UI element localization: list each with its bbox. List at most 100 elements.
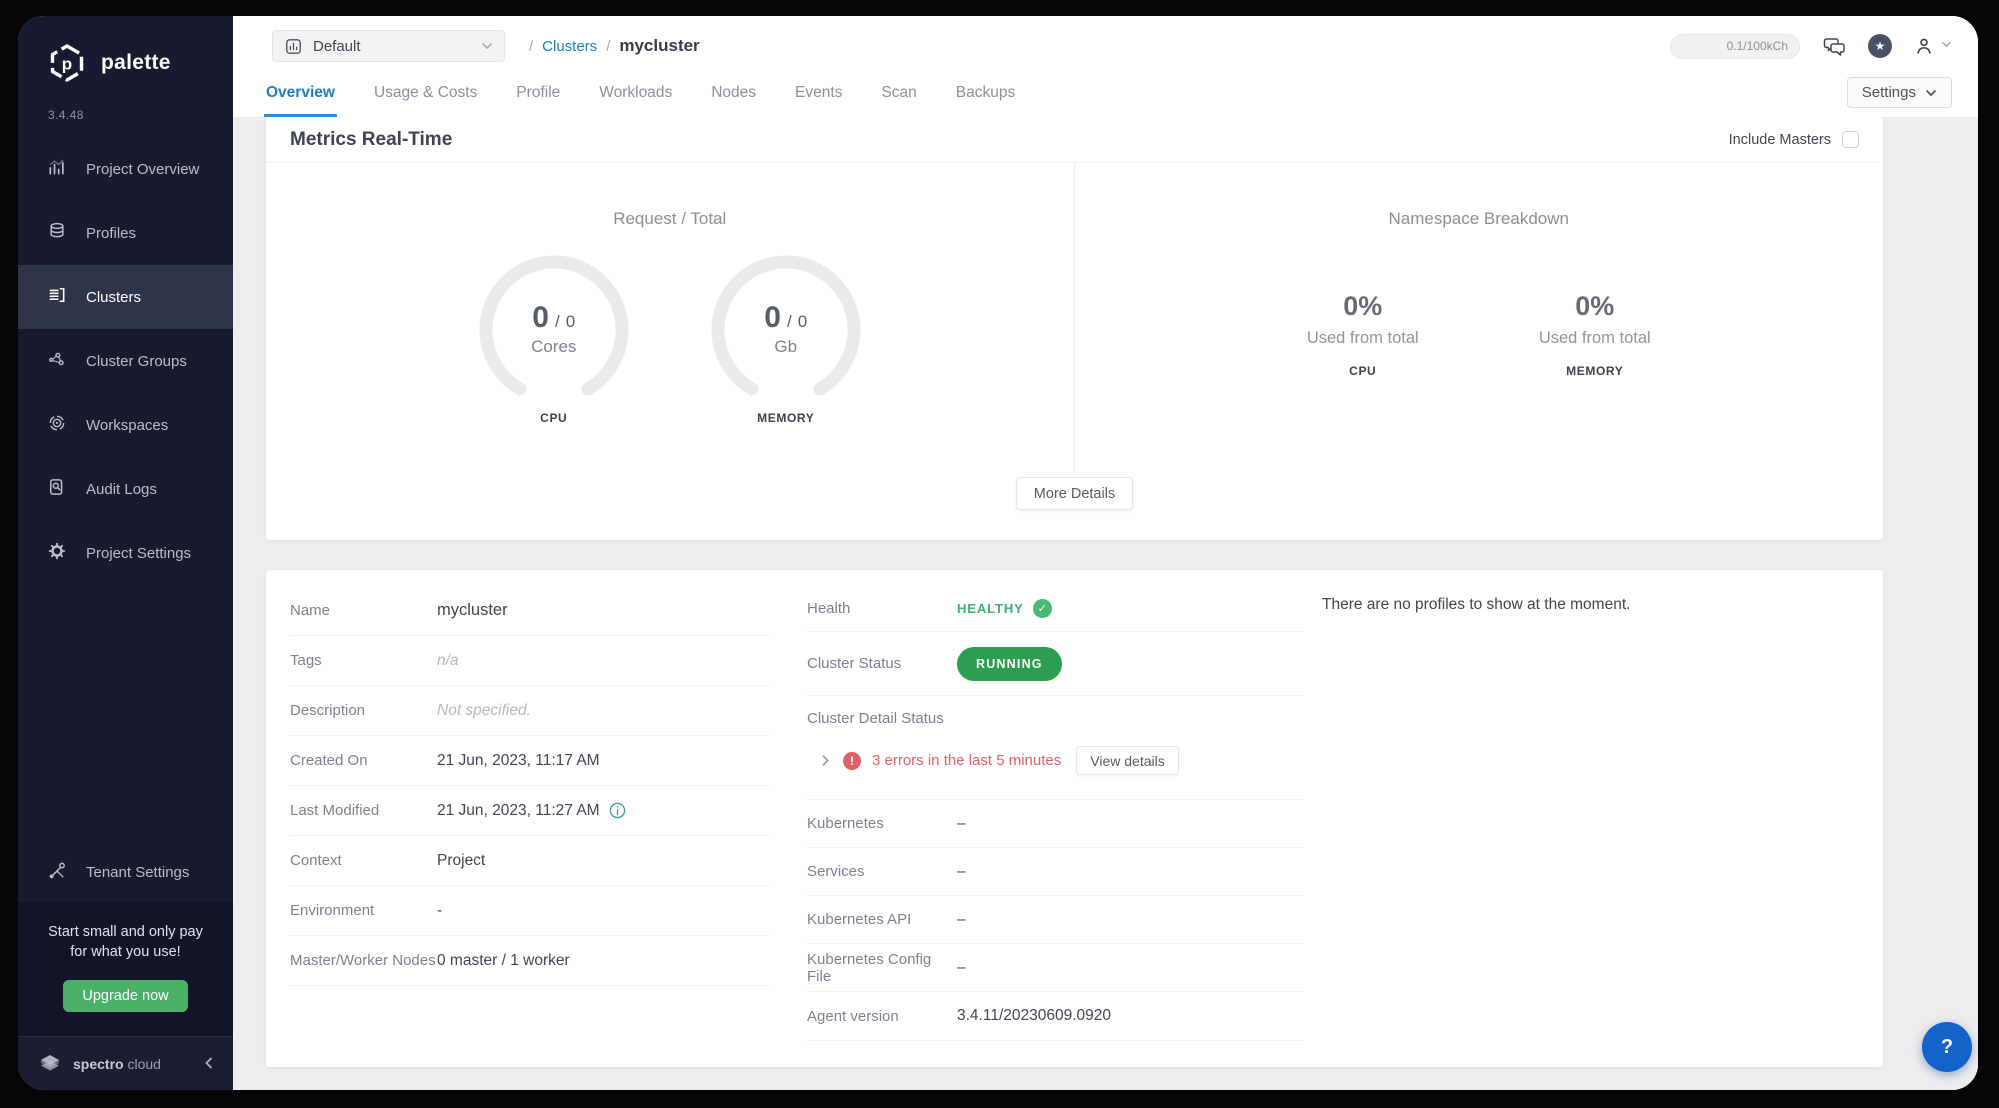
breadcrumb-current: mycluster bbox=[619, 36, 699, 56]
svg-text:p: p bbox=[62, 55, 72, 74]
table-row: Tagsn/a bbox=[290, 636, 770, 686]
help-button[interactable]: ? bbox=[1922, 1022, 1972, 1072]
metrics-card: Metrics Real-Time Include Masters Reques… bbox=[266, 117, 1883, 540]
no-profiles-message: There are no profiles to show at the mom… bbox=[1322, 596, 1863, 614]
tabs: Overview Usage & Costs Profile Workloads… bbox=[264, 84, 1017, 117]
cluster-detail-status-block: Cluster Detail Status ! 3 errors in the … bbox=[807, 696, 1303, 800]
table-row: Master/Worker Nodes0 master / 1 worker bbox=[290, 936, 770, 986]
sidebar-item-workspaces[interactable]: Workspaces bbox=[18, 393, 233, 457]
sidebar-item-label: Workspaces bbox=[86, 417, 168, 434]
info-icon[interactable] bbox=[609, 802, 626, 819]
tab-bar: Overview Usage & Costs Profile Workloads… bbox=[233, 68, 1978, 117]
clusters-list-icon bbox=[47, 285, 67, 309]
project-icon bbox=[284, 37, 303, 56]
project-selector[interactable]: Default bbox=[272, 30, 505, 62]
chevron-right-icon[interactable] bbox=[819, 754, 832, 767]
tab-workloads[interactable]: Workloads bbox=[597, 84, 674, 117]
tab-events[interactable]: Events bbox=[793, 84, 844, 117]
sidebar-nav: Project Overview Profiles Clusters Clust… bbox=[18, 137, 233, 585]
table-row: Services– bbox=[807, 848, 1303, 896]
include-masters-checkbox[interactable] bbox=[1842, 131, 1859, 148]
promo-text: Start small and only pay for what you us… bbox=[34, 922, 217, 963]
footer-brand: spectro cloud bbox=[73, 1056, 161, 1072]
sidebar-item-label: Project Overview bbox=[86, 161, 199, 178]
sidebar-item-label: Audit Logs bbox=[86, 481, 157, 498]
tab-backups[interactable]: Backups bbox=[954, 84, 1017, 117]
main-area: Default / Clusters / mycluster 0.1/100kC… bbox=[233, 16, 1978, 1090]
namespace-breakdown-panel: Namespace Breakdown 0% Used from total C… bbox=[1075, 163, 1884, 473]
metrics-body: Request / Total 0/0 Cores bbox=[266, 163, 1883, 473]
health-row: Health HEALTHY ✓ bbox=[807, 586, 1303, 632]
metrics-title: Metrics Real-Time bbox=[290, 129, 452, 151]
tab-nodes[interactable]: Nodes bbox=[709, 84, 758, 117]
sidebar-item-audit-logs[interactable]: Audit Logs bbox=[18, 457, 233, 521]
chat-icon[interactable] bbox=[1821, 34, 1847, 58]
tools-icon bbox=[47, 861, 67, 885]
more-details-row: More Details bbox=[266, 473, 1883, 540]
chevron-down-icon bbox=[1925, 87, 1937, 99]
tab-profile[interactable]: Profile bbox=[514, 84, 562, 117]
error-row: ! 3 errors in the last 5 minutes View de… bbox=[807, 746, 1303, 775]
memory-stat: 0% Used from total MEMORY bbox=[1510, 291, 1680, 378]
cluster-status-column: Health HEALTHY ✓ Cluster Status RUNNING … bbox=[807, 586, 1303, 1067]
sidebar-item-label: Clusters bbox=[86, 289, 141, 306]
tab-scan[interactable]: Scan bbox=[879, 84, 918, 117]
breadcrumb-separator: / bbox=[529, 38, 533, 55]
table-row: Environment- bbox=[290, 886, 770, 936]
table-row: Kubernetes– bbox=[807, 800, 1303, 848]
table-row: Kubernetes Config File– bbox=[807, 944, 1303, 992]
spectro-cloud-logo-icon bbox=[38, 1052, 62, 1076]
status-badge: RUNNING bbox=[957, 647, 1062, 681]
chevron-down-icon bbox=[481, 40, 493, 52]
tab-usage-costs[interactable]: Usage & Costs bbox=[372, 84, 479, 117]
error-icon: ! bbox=[843, 752, 861, 770]
audit-log-icon bbox=[47, 477, 67, 501]
sidebar-footer: spectro cloud bbox=[18, 1036, 233, 1090]
table-row: DescriptionNot specified. bbox=[290, 686, 770, 736]
app-version: 3.4.48 bbox=[48, 108, 233, 122]
sidebar-item-label: Cluster Groups bbox=[86, 353, 187, 370]
content-area: Metrics Real-Time Include Masters Reques… bbox=[233, 117, 1978, 1090]
tab-overview[interactable]: Overview bbox=[264, 84, 337, 117]
memory-gauge: 0/0 Gb MEMORY bbox=[701, 255, 871, 425]
topbar: Default / Clusters / mycluster 0.1/100kC… bbox=[233, 24, 1978, 68]
cluster-info-column: Namemycluster Tagsn/a DescriptionNot spe… bbox=[290, 586, 770, 1067]
sidebar-item-project-overview[interactable]: Project Overview bbox=[18, 137, 233, 201]
breadcrumb-clusters-link[interactable]: Clusters bbox=[542, 38, 597, 55]
error-text: 3 errors in the last 5 minutes bbox=[872, 752, 1061, 769]
breadcrumb: / Clusters / mycluster bbox=[529, 36, 700, 56]
metrics-card-header: Metrics Real-Time Include Masters bbox=[266, 117, 1883, 163]
project-selector-value: Default bbox=[313, 38, 361, 55]
sidebar-item-label: Project Settings bbox=[86, 545, 191, 562]
check-icon: ✓ bbox=[1033, 599, 1052, 618]
cluster-status-row: Cluster Status RUNNING bbox=[807, 632, 1303, 696]
table-row: Namemycluster bbox=[290, 586, 770, 636]
upgrade-now-button[interactable]: Upgrade now bbox=[63, 980, 187, 1012]
star-icon[interactable]: ★ bbox=[1868, 34, 1892, 58]
table-row: Last Modified 21 Jun, 2023, 11:27 AM bbox=[290, 786, 770, 836]
namespace-breakdown-title: Namespace Breakdown bbox=[1075, 209, 1884, 229]
namespace-stats: 0% Used from total CPU 0% Used from tota… bbox=[1075, 291, 1884, 378]
sidebar-item-project-settings[interactable]: Project Settings bbox=[18, 521, 233, 585]
usage-quota-pill: 0.1/100kCh bbox=[1670, 34, 1800, 59]
table-row: Agent version3.4.11/20230609.0920 bbox=[807, 992, 1303, 1041]
collapse-sidebar-icon[interactable] bbox=[203, 1055, 215, 1072]
sidebar-item-tenant-settings[interactable]: Tenant Settings bbox=[18, 844, 233, 902]
include-masters-control: Include Masters bbox=[1729, 131, 1859, 148]
gauge-metric-label: MEMORY bbox=[757, 411, 814, 425]
sidebar-item-profiles[interactable]: Profiles bbox=[18, 201, 233, 265]
user-menu[interactable] bbox=[1913, 35, 1952, 57]
workspaces-icon bbox=[47, 413, 67, 437]
sidebar-item-cluster-groups[interactable]: Cluster Groups bbox=[18, 329, 233, 393]
settings-button[interactable]: Settings bbox=[1847, 77, 1952, 108]
user-icon bbox=[1913, 35, 1935, 57]
breadcrumb-separator: / bbox=[606, 38, 610, 55]
view-details-button[interactable]: View details bbox=[1076, 746, 1178, 775]
app-window: p palette 3.4.48 Project Overview Profil… bbox=[18, 16, 1978, 1090]
cluster-details-card: Namemycluster Tagsn/a DescriptionNot spe… bbox=[266, 570, 1883, 1067]
gauge-metric-label: CPU bbox=[540, 411, 567, 425]
request-total-panel: Request / Total 0/0 Cores bbox=[266, 163, 1075, 473]
sidebar-item-clusters[interactable]: Clusters bbox=[18, 265, 233, 329]
more-details-button[interactable]: More Details bbox=[1016, 477, 1133, 510]
chart-icon bbox=[47, 157, 67, 181]
